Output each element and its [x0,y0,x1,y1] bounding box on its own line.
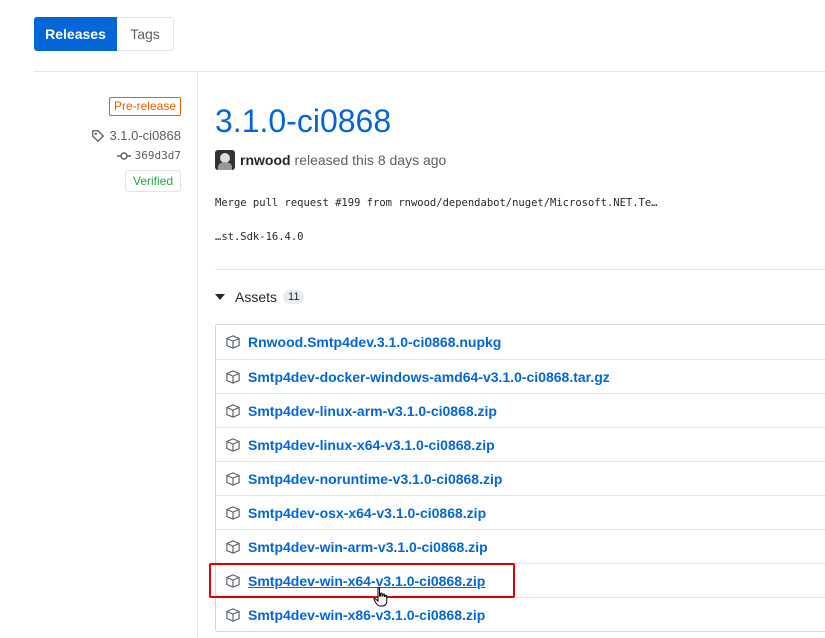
release-tabs: Releases Tags [34,17,174,51]
asset-link[interactable]: Smtp4dev-noruntime-v3.1.0-ci0868.zip [248,471,502,487]
release-sidebar: Pre-release 3.1.0-ci0868 369d3d7 Verifie… [91,97,181,192]
package-icon [226,369,240,384]
package-icon [226,335,240,349]
commit-link[interactable]: 369d3d7 [116,149,181,162]
release-title[interactable]: 3.1.0-ci0868 [215,100,391,142]
package-icon [226,505,240,520]
asset-list: Rnwood.Smtp4dev.3.1.0-ci0868.nupkg Smtp4d… [215,324,825,632]
package-icon [226,573,240,588]
asset-link[interactable]: Smtp4dev-win-arm-v3.1.0-ci0868.zip [248,539,488,555]
package-icon [226,539,240,554]
tag-link[interactable]: 3.1.0-ci0868 [91,128,181,143]
asset-item[interactable]: Smtp4dev-linux-arm-v3.1.0-ci0868.zip [216,393,825,427]
package-icon [226,471,240,486]
asset-item[interactable]: Smtp4dev-docker-windows-amd64-v3.1.0-ci0… [216,359,825,393]
package-icon [226,437,240,452]
asset-link[interactable]: Smtp4dev-win-x86-v3.1.0-ci0868.zip [248,607,485,623]
asset-item[interactable]: Smtp4dev-noruntime-v3.1.0-ci0868.zip [216,461,825,495]
commit-sha: 369d3d7 [134,149,181,162]
asset-link[interactable]: Smtp4dev-win-x64-v3.1.0-ci0868.zip [248,573,485,589]
asset-item[interactable]: Rnwood.Smtp4dev.3.1.0-ci0868.nupkg [216,325,825,359]
prerelease-badge: Pre-release [108,97,181,116]
tag-icon [91,129,105,143]
tab-tags[interactable]: Tags [117,17,174,51]
asset-link[interactable]: Smtp4dev-docker-windows-amd64-v3.1.0-ci0… [248,369,610,385]
assets-count: 11 [283,290,305,304]
asset-item[interactable]: Smtp4dev-win-arm-v3.1.0-ci0868.zip [216,529,825,563]
commit-icon [116,151,131,161]
release-body-line1: Merge pull request #199 from rnwood/depe… [215,197,658,209]
tag-name: 3.1.0-ci0868 [109,128,181,143]
asset-link[interactable]: Smtp4dev-linux-arm-v3.1.0-ci0868.zip [248,403,497,419]
asset-item[interactable]: Smtp4dev-win-x64-v3.1.0-ci0868.zip [216,563,825,597]
body-divider [215,269,825,270]
asset-item[interactable]: Smtp4dev-osx-x64-v3.1.0-ci0868.zip [216,495,825,529]
asset-item[interactable]: Smtp4dev-win-x86-v3.1.0-ci0868.zip [216,597,825,631]
tab-releases[interactable]: Releases [34,17,117,51]
sidebar-divider [197,71,198,638]
assets-toggle[interactable]: Assets 11 [215,289,305,305]
assets-heading: Assets [235,289,278,305]
author-link[interactable]: rnwood [240,152,291,168]
hand-cursor-icon [373,586,389,612]
verified-badge[interactable]: Verified [124,170,181,192]
asset-item[interactable]: Smtp4dev-linux-x64-v3.1.0-ci0868.zip [216,427,825,461]
release-meta: rnwood released this 8 days ago [215,150,446,170]
package-icon [226,403,240,418]
released-text: released this 8 days ago [294,152,447,168]
asset-link[interactable]: Rnwood.Smtp4dev.3.1.0-ci0868.nupkg [248,334,501,350]
package-icon [226,607,240,622]
release-body-line2: …st.Sdk-16.4.0 [215,231,304,243]
caret-down-icon [215,294,225,300]
asset-link[interactable]: Smtp4dev-osx-x64-v3.1.0-ci0868.zip [248,505,486,521]
avatar[interactable] [215,150,235,170]
header-divider [34,71,825,72]
asset-link[interactable]: Smtp4dev-linux-x64-v3.1.0-ci0868.zip [248,437,495,453]
